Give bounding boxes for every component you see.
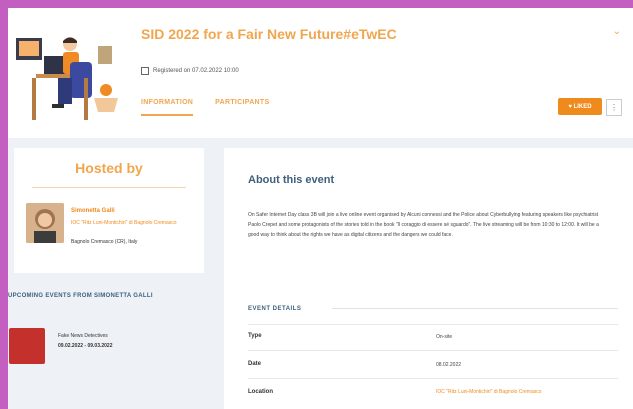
registered-date: Registered on 07.02.2022 10:00 bbox=[141, 67, 239, 75]
event-details-title: EVENT DETAILS bbox=[248, 306, 302, 312]
event-page: SID 2022 for a Fair New Future#eTwEC ⌄ R… bbox=[8, 8, 633, 409]
registered-text: Registered on 07.02.2022 10:00 bbox=[153, 68, 239, 74]
detail-value-location[interactable]: IOC "Ritz Luni-Montichiri" di Bagnolo Cr… bbox=[436, 388, 606, 397]
hosted-by-title: Hosted by bbox=[75, 160, 143, 176]
person-icon bbox=[26, 203, 64, 243]
upcoming-event-date: 09.02.2022 - 09.03.2022 bbox=[58, 343, 113, 349]
upcoming-event-thumbnail[interactable] bbox=[9, 328, 45, 364]
divider bbox=[248, 350, 618, 351]
like-button[interactable]: ♥ LIKED bbox=[558, 98, 602, 115]
host-name[interactable]: Simonetta Galli bbox=[71, 208, 115, 214]
event-title: SID 2022 for a Fair New Future#eTwEC bbox=[141, 26, 397, 42]
about-description: On Safer Internet Day class 3B will join… bbox=[248, 212, 599, 238]
event-header: SID 2022 for a Fair New Future#eTwEC ⌄ R… bbox=[8, 8, 633, 150]
hosted-by-card: Hosted by Simonetta Galli IOC "Ritz Luni… bbox=[14, 148, 204, 273]
divider bbox=[248, 324, 618, 325]
event-illustration bbox=[14, 32, 124, 124]
host-location: Bagnolo Cremasco (CR), Italy bbox=[71, 239, 138, 245]
about-card: About this event On Safer Internet Day c… bbox=[224, 148, 633, 409]
host-organization[interactable]: IOC "Ritz Luni-Montichiri" di Bagnolo Cr… bbox=[71, 220, 181, 227]
host-avatar[interactable] bbox=[26, 203, 64, 243]
chevron-down-icon[interactable]: ⌄ bbox=[613, 26, 621, 37]
event-tabs: INFORMATION PARTICIPANTS bbox=[141, 99, 269, 116]
detail-label-type: Type bbox=[248, 333, 262, 339]
divider bbox=[32, 187, 186, 188]
detail-label-location: Location bbox=[248, 389, 273, 395]
about-title: About this event bbox=[248, 174, 335, 186]
detail-value-type: On-site bbox=[436, 334, 453, 340]
upcoming-events-title: UPCOMING EVENTS FROM SIMONETTA GALLI bbox=[8, 293, 153, 299]
more-options-button[interactable]: ⋮ bbox=[606, 99, 622, 116]
detail-value-date: 08.02.2022 bbox=[436, 362, 462, 368]
divider bbox=[332, 308, 618, 309]
upcoming-event-name[interactable]: Fake News Detectives bbox=[58, 333, 108, 339]
detail-label-date: Date bbox=[248, 361, 262, 367]
tab-information[interactable]: INFORMATION bbox=[141, 99, 194, 116]
divider bbox=[248, 378, 618, 379]
calendar-icon bbox=[141, 67, 149, 75]
tab-participants[interactable]: PARTICIPANTS bbox=[215, 99, 269, 116]
